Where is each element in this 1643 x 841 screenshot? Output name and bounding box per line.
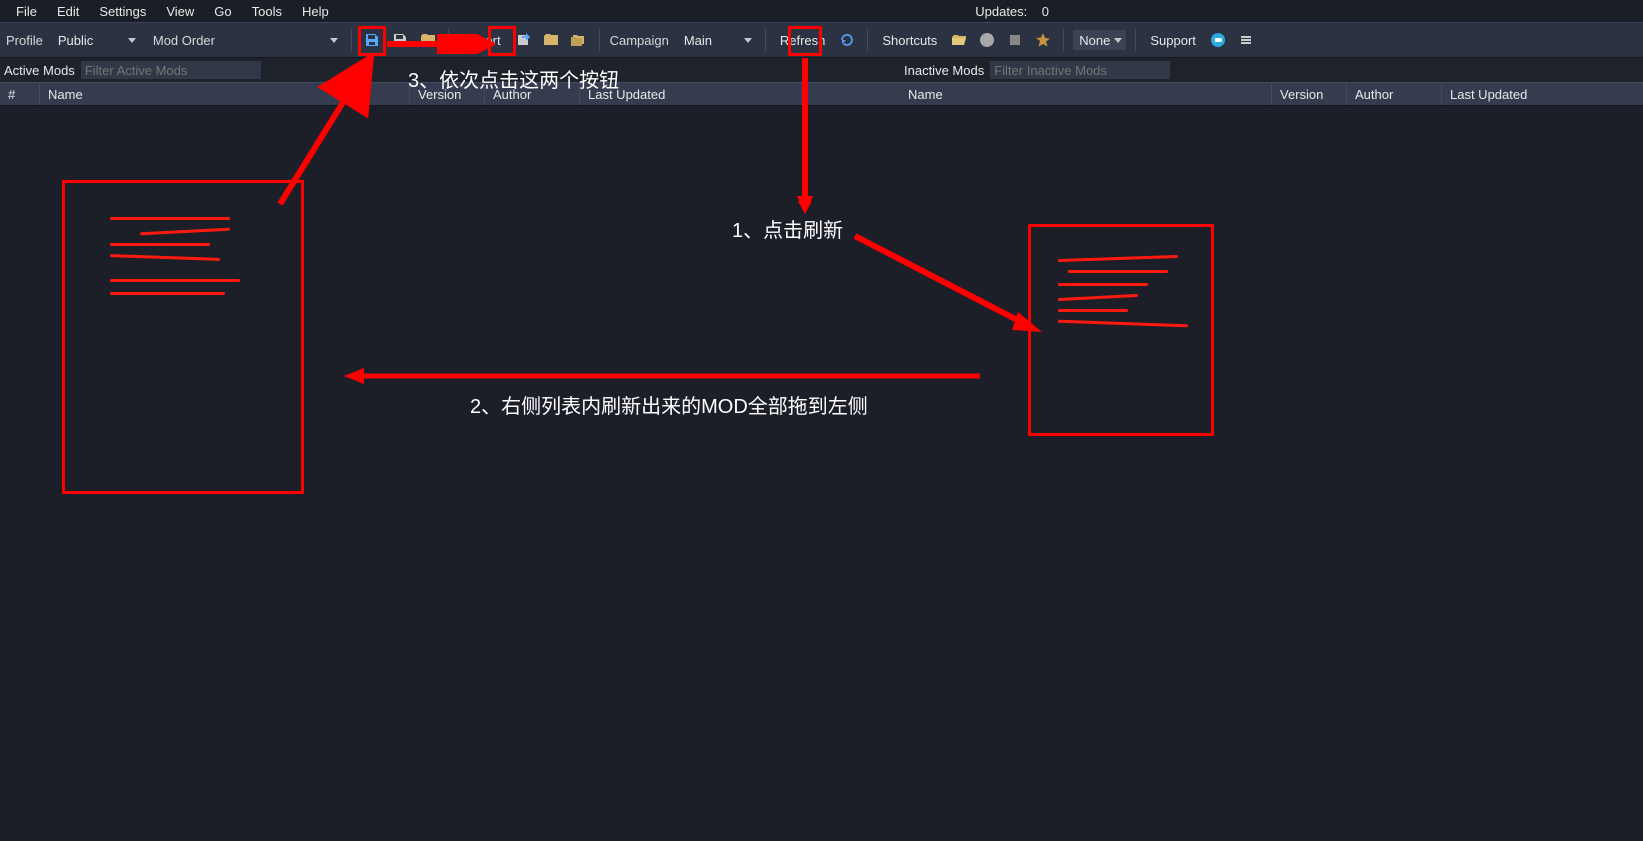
separator xyxy=(867,28,868,52)
chevron-down-icon xyxy=(744,38,752,43)
active-mods-list[interactable] xyxy=(0,106,900,841)
folder-open-icon xyxy=(951,32,967,48)
col-author[interactable]: Author xyxy=(1347,83,1442,105)
save-as-icon xyxy=(392,32,408,48)
col-last-updated[interactable]: Last Updated xyxy=(1442,83,1643,105)
profile-value: Public xyxy=(58,33,93,48)
updates-count: 0 xyxy=(1042,4,1049,19)
shortcut-workshop-button[interactable] xyxy=(1003,28,1027,52)
col-name[interactable]: Name xyxy=(900,83,1272,105)
col-version[interactable]: Version xyxy=(410,83,485,105)
support-label: Support xyxy=(1144,33,1202,48)
separator xyxy=(1063,28,1064,52)
updates-status: Updates: 0 xyxy=(967,1,1057,22)
menu-file[interactable]: File xyxy=(6,1,47,22)
open-folder-a-button[interactable] xyxy=(539,28,563,52)
profile-label: Profile xyxy=(4,33,47,48)
open-folder-b-button[interactable] xyxy=(567,28,591,52)
shortcut-folder-button[interactable] xyxy=(947,28,971,52)
separator xyxy=(599,28,600,52)
steam-icon xyxy=(979,32,995,48)
save-button[interactable] xyxy=(360,28,384,52)
separator xyxy=(765,28,766,52)
refresh-icon xyxy=(839,32,855,48)
inactive-mods-filter[interactable] xyxy=(990,61,1170,79)
modorder-label: Mod Order xyxy=(151,33,219,48)
launch-icon xyxy=(1035,32,1051,48)
col-version[interactable]: Version xyxy=(1272,83,1347,105)
menubar: File Edit Settings View Go Tools Help Up… xyxy=(0,0,1643,22)
chevron-down-icon xyxy=(330,38,338,43)
campaign-label: Campaign xyxy=(608,33,673,48)
updates-label: Updates: xyxy=(975,4,1027,19)
col-author[interactable]: Author xyxy=(485,83,580,105)
launch-mode-value: None xyxy=(1079,33,1110,48)
kofi-icon xyxy=(1210,32,1226,48)
inactive-columns-header: Name Version Author Last Updated xyxy=(900,82,1643,106)
menu-go[interactable]: Go xyxy=(204,1,241,22)
shortcuts-label: Shortcuts xyxy=(876,33,943,48)
shortcut-steam-button[interactable] xyxy=(975,28,999,52)
export-order-icon xyxy=(515,32,531,48)
menu-help[interactable]: Help xyxy=(292,1,339,22)
separator xyxy=(448,28,449,52)
menu-edit[interactable]: Edit xyxy=(47,1,89,22)
import-order-button[interactable] xyxy=(416,28,440,52)
chevron-down-icon xyxy=(128,38,136,43)
inactive-mods-title: Inactive Mods xyxy=(904,63,984,78)
campaign-value: Main xyxy=(684,33,712,48)
support-kofi-button[interactable] xyxy=(1206,28,1230,52)
shortcut-launch-button[interactable] xyxy=(1031,28,1055,52)
toolbar: Profile Public Mod Order Export Campaign… xyxy=(0,22,1643,58)
support-menu-button[interactable] xyxy=(1234,28,1258,52)
inactive-mods-pane: Inactive Mods Name Version Author Last U… xyxy=(900,58,1643,841)
col-name[interactable]: Name xyxy=(40,83,410,105)
export-order-button[interactable] xyxy=(511,28,535,52)
save-icon xyxy=(364,32,380,48)
active-pane-header: Active Mods xyxy=(0,58,900,82)
active-mods-title: Active Mods xyxy=(4,63,75,78)
separator xyxy=(1135,28,1136,52)
col-last-updated[interactable]: Last Updated xyxy=(580,83,900,105)
menu-icon xyxy=(1238,32,1254,48)
menu-view[interactable]: View xyxy=(156,1,204,22)
inactive-mods-list[interactable] xyxy=(900,106,1643,841)
inactive-pane-header: Inactive Mods xyxy=(900,58,1643,82)
col-index[interactable]: # xyxy=(0,83,40,105)
workshop-icon xyxy=(1007,32,1023,48)
chevron-down-icon xyxy=(1114,38,1122,43)
folders-icon xyxy=(571,32,587,48)
folder-icon xyxy=(543,32,559,48)
save-as-button[interactable] xyxy=(388,28,412,52)
modorder-dropdown[interactable] xyxy=(223,29,343,51)
refresh-button[interactable] xyxy=(835,28,859,52)
separator xyxy=(351,28,352,52)
launch-mode-dropdown[interactable]: None xyxy=(1072,29,1127,51)
campaign-dropdown[interactable]: Main xyxy=(677,29,757,51)
active-mods-pane: Active Mods # Name Version Author Last U… xyxy=(0,58,900,841)
menu-settings[interactable]: Settings xyxy=(89,1,156,22)
refresh-label[interactable]: Refresh xyxy=(774,33,832,48)
active-columns-header: # Name Version Author Last Updated xyxy=(0,82,900,106)
main-area: Active Mods # Name Version Author Last U… xyxy=(0,58,1643,841)
profile-dropdown[interactable]: Public xyxy=(51,29,141,51)
menu-tools[interactable]: Tools xyxy=(242,1,292,22)
export-button[interactable]: Export xyxy=(457,33,507,48)
active-mods-filter[interactable] xyxy=(81,61,261,79)
import-icon xyxy=(420,32,436,48)
